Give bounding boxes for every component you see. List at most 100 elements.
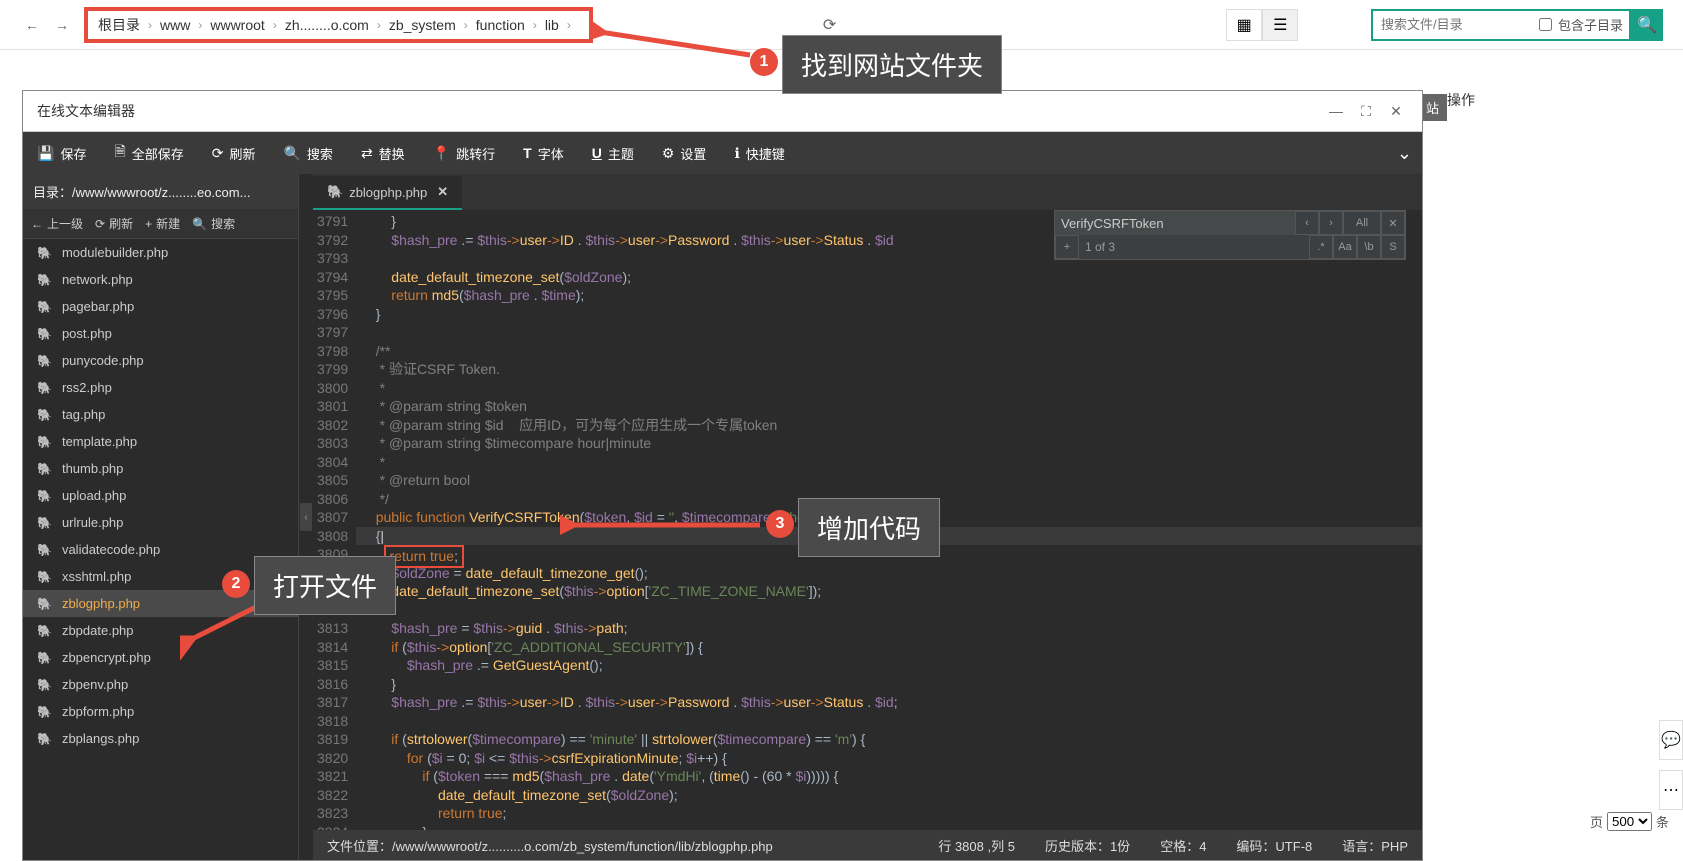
tree-file-item[interactable]: 🐘punycode.php (23, 347, 298, 374)
pager-select[interactable]: 500 (1607, 812, 1652, 831)
search-button[interactable]: 🔍 (1631, 9, 1663, 41)
breadcrumb-item[interactable]: 根目录 (98, 15, 140, 35)
chevron-down-icon[interactable]: ⌄ (1397, 143, 1412, 164)
font-button[interactable]: T字体 (509, 132, 578, 174)
search-input[interactable] (1373, 13, 1533, 36)
edge-widget-2[interactable]: ⋯ (1659, 770, 1683, 810)
tree-new-button[interactable]: +新建 (145, 215, 180, 232)
php-file-icon: 🐘 (37, 354, 52, 368)
find-next-button[interactable]: › (1319, 211, 1343, 235)
breadcrumb-item[interactable]: lib (545, 17, 559, 33)
word-button[interactable]: \b (1357, 235, 1381, 259)
theme-button[interactable]: U主题 (578, 132, 648, 174)
php-file-icon: 🐘 (37, 273, 52, 287)
tree-refresh-button[interactable]: ⟳刷新 (95, 215, 133, 232)
close-icon[interactable]: ✕ (437, 184, 448, 200)
search-button[interactable]: 🔍搜索 (269, 132, 346, 174)
case-button[interactable]: Aa (1333, 235, 1357, 259)
tree-file-item[interactable]: 🐘tag.php (23, 401, 298, 428)
php-file-icon: 🐘 (37, 597, 52, 611)
find-close-button[interactable]: ✕ (1381, 211, 1405, 235)
pager: 页 500 条 (1590, 812, 1669, 831)
modal-title-bar: 在线文本编辑器 — ⛶ ✕ (23, 91, 1422, 132)
maximize-icon[interactable]: ⛶ (1354, 99, 1378, 123)
chevron-left-icon: ‹ (300, 503, 312, 531)
tree-up-button[interactable]: ←上一级 (31, 215, 83, 232)
search-icon: 🔍 (283, 145, 300, 162)
pager-prefix: 页 (1590, 812, 1603, 831)
status-encoding[interactable]: 编码：UTF-8 (1236, 836, 1312, 855)
find-prev-button[interactable]: ‹ (1295, 211, 1319, 235)
status-lang[interactable]: 语言：PHP (1342, 836, 1408, 855)
status-spaces[interactable]: 空格：4 (1160, 836, 1206, 855)
breadcrumb-item[interactable]: wwwroot (210, 17, 264, 33)
tree-file-item[interactable]: 🐘post.php (23, 320, 298, 347)
tree-file-item[interactable]: 🐘zbplangs.php (23, 725, 298, 752)
tree-file-item[interactable]: 🐘network.php (23, 266, 298, 293)
goto-button[interactable]: 📍跳转行 (419, 132, 509, 174)
s-button[interactable]: S (1381, 235, 1405, 259)
settings-button[interactable]: ⚙设置 (648, 132, 721, 174)
shortcuts-button[interactable]: ℹ快捷键 (720, 132, 798, 174)
status-history[interactable]: 历史版本：1份 (1045, 836, 1130, 855)
breadcrumb-item[interactable]: zh........o.com (285, 17, 369, 33)
anno-badge-2: 2 (222, 570, 250, 598)
chevron-right-icon: › (567, 18, 571, 32)
goto-icon: 📍 (433, 145, 450, 162)
tree-file-item[interactable]: 🐘rss2.php (23, 374, 298, 401)
file-tree: 目录：/www/wwwroot/z........eo.com... ←上一级 … (23, 174, 299, 860)
gear-icon: ⚙ (662, 145, 675, 162)
tab-bar: 🐘 zblogphp.php ✕ (313, 174, 1422, 210)
breadcrumb-item[interactable]: zb_system (389, 17, 456, 33)
tree-file-item[interactable]: 🐘modulebuilder.php (23, 239, 298, 266)
modal-title: 在线文本编辑器 (37, 101, 135, 121)
save-button[interactable]: 💾保存 (23, 132, 100, 174)
search-widget: ‹ › All ✕ + 1 of 3 .* Aa \b S (1054, 210, 1406, 260)
tree-file-item[interactable]: 🐘zbpdate.php (23, 617, 298, 644)
minimize-icon[interactable]: — (1324, 99, 1348, 123)
refresh-button[interactable]: ⟳刷新 (198, 132, 270, 174)
tree-file-item[interactable]: 🐘pagebar.php (23, 293, 298, 320)
refresh-icon[interactable]: ⟳ (823, 15, 836, 35)
tree-file-item[interactable]: 🐘thumb.php (23, 455, 298, 482)
close-icon[interactable]: ✕ (1384, 99, 1408, 123)
font-icon: T (523, 145, 532, 161)
nav-back-icon[interactable]: ← (20, 13, 44, 37)
php-file-icon: 🐘 (37, 705, 52, 719)
refresh-icon: ⟳ (212, 145, 224, 162)
replace-button[interactable]: ⇄替换 (347, 132, 419, 174)
chevron-right-icon: › (148, 18, 152, 32)
breadcrumb-item[interactable]: www (160, 17, 190, 33)
grid-view-button[interactable]: ▦ (1226, 9, 1262, 41)
tree-header: 目录：/www/wwwroot/z........eo.com... (23, 174, 298, 209)
php-file-icon: 🐘 (37, 516, 52, 530)
tree-file-item[interactable]: 🐘upload.php (23, 482, 298, 509)
list-view-button[interactable]: ☰ (1262, 9, 1298, 41)
nav-forward-icon[interactable]: → (50, 13, 74, 37)
tree-file-item[interactable]: 🐘zbpencrypt.php (23, 644, 298, 671)
right-header: 操作 (1433, 80, 1683, 120)
splitter[interactable]: ‹ (299, 174, 313, 860)
tree-file-item[interactable]: 🐘zbpform.php (23, 698, 298, 725)
find-input[interactable] (1055, 211, 1295, 235)
tree-file-item[interactable]: 🐘urlrule.php (23, 509, 298, 536)
tree-file-item[interactable]: 🐘zbpenv.php (23, 671, 298, 698)
expand-button[interactable]: + (1055, 235, 1079, 259)
save-all-button[interactable]: 🗎全部保存 (100, 132, 197, 174)
code-tab[interactable]: 🐘 zblogphp.php ✕ (313, 176, 462, 210)
editor-toolbar: 💾保存 🗎全部保存 ⟳刷新 🔍搜索 ⇄替换 📍跳转行 T字体 U主题 ⚙设置 ℹ… (23, 132, 1422, 174)
edge-widget-1[interactable]: 💬 (1659, 720, 1683, 760)
breadcrumb: 根目录 › www › wwwroot › zh........o.com › … (84, 7, 593, 43)
tree-actions: ←上一级 ⟳刷新 +新建 🔍搜索 (23, 209, 298, 239)
php-file-icon: 🐘 (37, 732, 52, 746)
tree-file-item[interactable]: 🐘template.php (23, 428, 298, 455)
tree-search-button[interactable]: 🔍搜索 (192, 215, 235, 232)
find-count: 1 of 3 (1079, 240, 1309, 254)
refresh-icon: ⟳ (95, 217, 105, 231)
php-file-icon: 🐘 (37, 435, 52, 449)
regex-button[interactable]: .* (1309, 235, 1333, 259)
chevron-right-icon: › (377, 18, 381, 32)
find-all-button[interactable]: All (1343, 211, 1381, 235)
breadcrumb-item[interactable]: function (476, 17, 525, 33)
include-subdir-checkbox[interactable] (1539, 18, 1552, 31)
